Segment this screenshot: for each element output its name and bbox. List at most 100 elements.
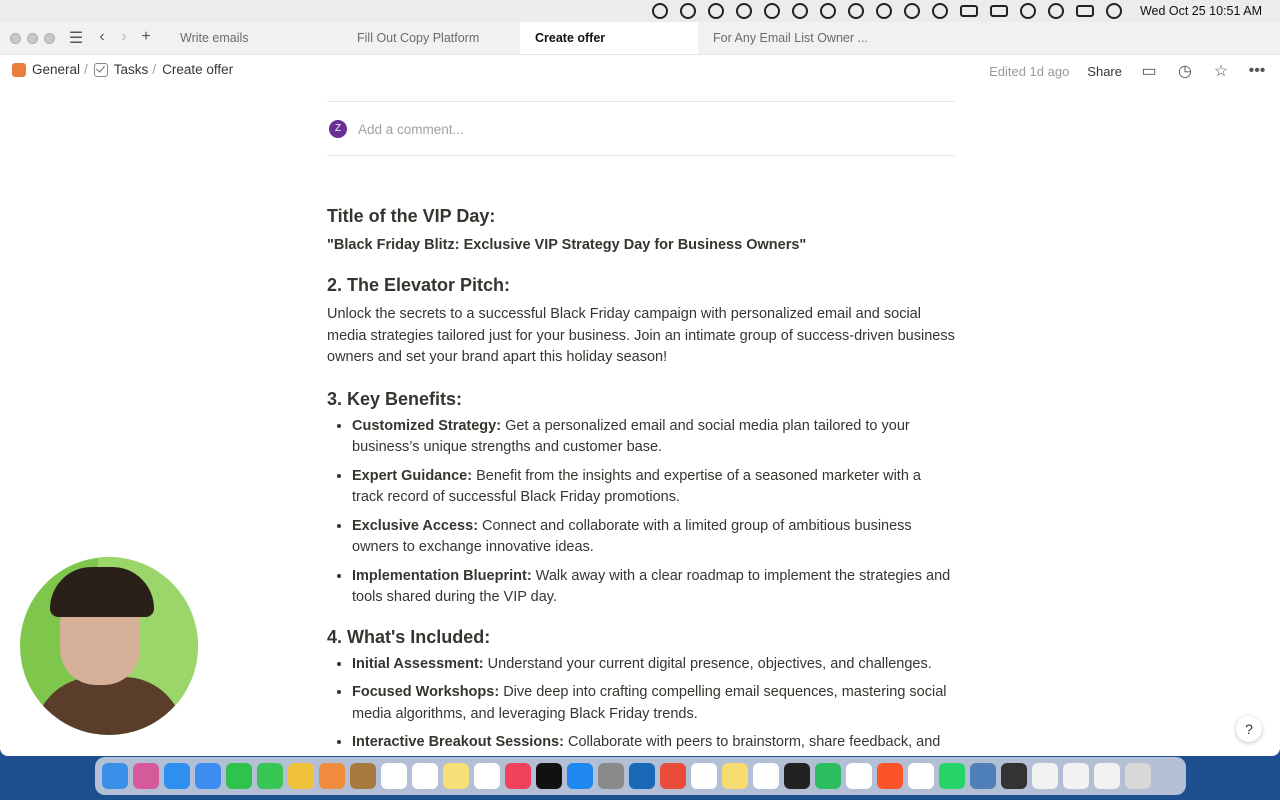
perplexity-icon[interactable] [1001,763,1027,789]
apple-tv-icon[interactable] [536,763,562,789]
downloads-icon[interactable] [1063,763,1089,789]
stickies-icon[interactable] [722,763,748,789]
page-content: Z Add a comment... Title of the VIP Day:… [327,88,955,756]
brave-icon[interactable] [877,763,903,789]
notion-icon[interactable] [753,763,779,789]
breadcrumb: General / Tasks / Create offer [12,62,233,77]
gear-icon[interactable] [679,3,696,19]
more-options-icon[interactable]: ••• [1248,62,1266,80]
back-icon[interactable]: ‹ [92,28,112,46]
menu-bar: Wed Oct 25 10:51 AM [0,0,1280,22]
chrome-icon[interactable] [660,763,686,789]
breadcrumb-tasks[interactable]: Tasks [114,62,149,77]
tab-fill-out-copy-platform[interactable]: Fill Out Copy Platform [357,22,517,54]
contacts-icon[interactable] [350,763,376,789]
wifi-icon[interactable] [1019,3,1036,19]
breadcrumb-current[interactable]: Create offer [162,62,233,77]
comment-row: Z Add a comment... [327,120,464,138]
checkbox-icon [93,62,108,77]
tab-email-list-owner[interactable]: For Any Email List Owner ... [713,22,873,54]
trash-icon[interactable] [1125,763,1151,789]
timer-icon[interactable] [847,3,864,19]
help-button[interactable]: ? [1236,716,1262,742]
record-icon[interactable] [791,3,808,19]
antenna-icon[interactable] [875,3,892,19]
plus-icon[interactable] [763,3,780,19]
preview-icon[interactable] [970,763,996,789]
history-icon[interactable]: ◷ [1176,61,1194,81]
edited-status: Edited 1d ago [989,63,1070,79]
onepassword-icon[interactable] [819,3,836,19]
play-icon[interactable] [903,3,920,19]
finder-icon[interactable] [102,763,128,789]
breadcrumb-general[interactable]: General [32,62,80,77]
evernote-dock-icon[interactable] [815,763,841,789]
spotlight-icon[interactable] [1047,3,1064,19]
globe-icon[interactable] [651,3,668,19]
document-body: Title of the VIP Day: "Black Friday Blit… [327,206,955,756]
tab-bar: ☰ ‹ › + Write emails Fill Out Copy Platf… [0,22,1280,55]
header-actions: Edited 1d ago Share ▭ ◷ ☆ ••• [989,61,1266,81]
share-button[interactable]: Share [1087,64,1122,79]
comment-input[interactable]: Add a comment... [358,122,464,137]
control-center-icon[interactable] [1075,5,1094,17]
dock [95,757,1186,795]
music-icon[interactable] [505,763,531,789]
heading-whats-included: 4. What's Included: [327,626,491,647]
moon-icon[interactable] [931,3,948,19]
list-item: Focused Workshops: Dive deep into crafti… [352,682,955,725]
trello-icon[interactable] [629,763,655,789]
system-settings-icon[interactable] [598,763,624,789]
forward-icon[interactable]: › [114,28,134,46]
evernote-icon[interactable] [707,3,724,19]
terminal-icon[interactable] [784,763,810,789]
calendar-icon[interactable] [381,763,407,789]
list-item: Customized Strategy: Get a personalized … [352,416,955,459]
list-item: Interactive Breakout Sessions: Collabora… [352,732,955,756]
heading-key-benefits: 3. Key Benefits: [327,388,463,409]
elevator-pitch-text: Unlock the secrets to a successful Black… [327,306,955,365]
close-window-button[interactable] [10,33,21,44]
avatar: Z [329,120,347,138]
whatsapp-icon[interactable] [939,763,965,789]
launchpad-icon[interactable] [133,763,159,789]
new-tab-icon[interactable]: + [136,28,156,46]
siri-icon[interactable] [1105,3,1122,19]
notes-icon[interactable] [443,763,469,789]
page-header: General / Tasks / Create offer Edited 1d… [0,54,1280,88]
facetime-icon[interactable] [226,763,252,789]
keyboard-icon[interactable] [959,5,978,17]
menu-clock[interactable]: Wed Oct 25 10:51 AM [1140,4,1262,18]
tab-create-offer[interactable]: Create offer [520,22,698,54]
mail-icon[interactable] [195,763,221,789]
webcam-overlay [20,557,198,735]
chatgpt-icon[interactable] [908,763,934,789]
minimize-window-button[interactable] [27,33,38,44]
menu-icon[interactable]: ☰ [66,28,86,48]
breadcrumb-separator: / [84,62,88,77]
slack-icon[interactable] [691,763,717,789]
comments-icon[interactable]: ▭ [1140,61,1158,81]
safari-icon[interactable] [164,763,190,789]
document-icon[interactable] [1032,763,1058,789]
reminders-icon[interactable] [412,763,438,789]
zoom-window-button[interactable] [44,33,55,44]
tab-write-emails[interactable]: Write emails [180,22,340,54]
included-list: Initial Assessment: Understand your curr… [327,654,955,757]
screenshots-icon[interactable] [1094,763,1120,789]
freeform-icon[interactable] [474,763,500,789]
favorite-star-icon[interactable]: ☆ [1212,61,1230,81]
list-item: Implementation Blueprint: Walk away with… [352,566,955,609]
photos-icon[interactable] [319,763,345,789]
maps-icon[interactable] [288,763,314,789]
messages-icon[interactable] [257,763,283,789]
vip-day-title: "Black Friday Blitz: Exclusive VIP Strat… [327,237,807,253]
list-item: Initial Assessment: Understand your curr… [352,654,955,676]
app-store-icon[interactable] [567,763,593,789]
heading-elevator-pitch: 2. The Elevator Pitch: [327,275,511,295]
benefits-list: Customized Strategy: Get a personalized … [327,416,955,609]
hemingway-icon[interactable] [846,763,872,789]
rocket-icon[interactable] [735,3,752,19]
list-item: Exclusive Access: Connect and collaborat… [352,516,955,559]
battery-icon[interactable] [989,5,1008,17]
